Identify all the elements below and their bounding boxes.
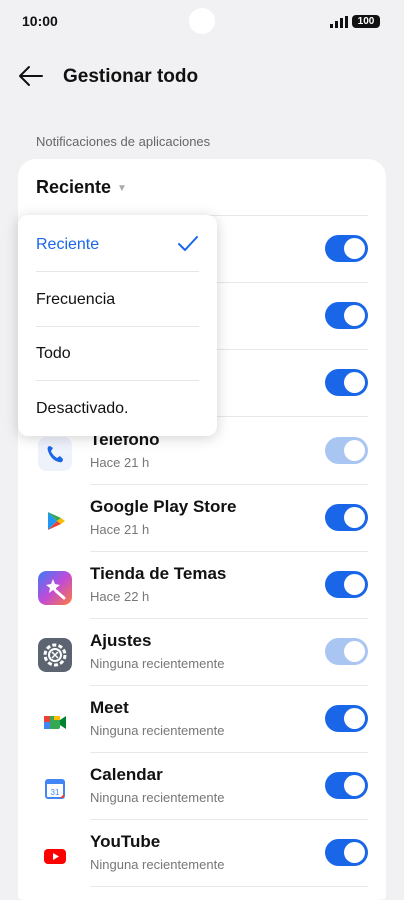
app-subtitle: Ninguna recientemente bbox=[90, 790, 225, 805]
app-subtitle: Hace 22 h bbox=[90, 589, 150, 604]
app-subtitle: Ninguna recientemente bbox=[90, 656, 225, 671]
sort-dropdown-menu: Reciente Frecuencia Todo Desactivado. bbox=[18, 215, 217, 436]
app-subtitle: Ninguna recientemente bbox=[90, 723, 225, 738]
app-subtitle: Hace 21 h bbox=[90, 455, 150, 470]
app-name: Tienda de Temas bbox=[90, 564, 227, 583]
dropdown-option-label: Frecuencia bbox=[36, 291, 116, 308]
app-header: Gestionar todo bbox=[0, 58, 404, 94]
camera-cutout bbox=[189, 8, 215, 34]
dropdown-option-todo[interactable]: Todo bbox=[18, 326, 217, 381]
dropdown-option-desactivado[interactable]: Desactivado. bbox=[18, 381, 217, 436]
app-name: Calendar bbox=[90, 765, 163, 784]
themes-store-icon bbox=[38, 571, 72, 605]
app-row-ajustes[interactable]: Ajustes Ninguna recientemente bbox=[18, 619, 386, 686]
youtube-icon bbox=[38, 839, 72, 873]
settings-gear-icon bbox=[38, 638, 72, 672]
app-name: Ajustes bbox=[90, 631, 152, 650]
phone-screen: 10:00 100 Gestionar todo Notificaciones … bbox=[0, 0, 404, 900]
dropdown-option-frecuencia[interactable]: Frecuencia bbox=[18, 272, 217, 327]
app-name: Google Play Store bbox=[90, 497, 237, 516]
app-row-google-play-store[interactable]: Google Play Store Hace 21 h bbox=[18, 485, 386, 552]
notification-toggle[interactable] bbox=[325, 369, 368, 396]
notification-toggle[interactable] bbox=[325, 571, 368, 598]
caret-down-icon: ▼ bbox=[117, 182, 127, 194]
section-label: Notificaciones de aplicaciones bbox=[36, 134, 211, 149]
dropdown-option-label: Todo bbox=[36, 345, 71, 362]
sort-filter-button[interactable]: Reciente ▼ bbox=[36, 177, 127, 198]
notification-toggle[interactable] bbox=[325, 705, 368, 732]
dropdown-option-label: Desactivado. bbox=[36, 400, 129, 417]
app-row-meet[interactable]: Meet Ninguna recientemente bbox=[18, 686, 386, 753]
google-play-icon bbox=[38, 504, 72, 538]
notification-toggle[interactable] bbox=[325, 772, 368, 799]
status-bar: 10:00 100 bbox=[0, 0, 404, 44]
checkmark-icon bbox=[178, 236, 198, 251]
notification-toggle[interactable] bbox=[325, 437, 368, 464]
sort-filter-label: Reciente bbox=[36, 177, 112, 197]
app-subtitle: Ninguna recientemente bbox=[90, 857, 225, 872]
dropdown-option-reciente[interactable]: Reciente bbox=[18, 217, 217, 272]
notification-toggle[interactable] bbox=[325, 638, 368, 665]
dropdown-option-label: Reciente bbox=[36, 236, 100, 253]
meet-icon bbox=[38, 705, 72, 739]
divider bbox=[90, 886, 368, 887]
notification-toggle[interactable] bbox=[325, 504, 368, 531]
app-name: Meet bbox=[90, 698, 129, 717]
battery-icon: 100 bbox=[352, 15, 380, 28]
calendar-icon: 31 bbox=[38, 772, 72, 806]
signal-icon bbox=[330, 16, 348, 28]
app-row-calendar[interactable]: 31 Calendar Ninguna recientemente bbox=[18, 753, 386, 820]
app-name: YouTube bbox=[90, 832, 161, 851]
app-row-youtube[interactable]: YouTube Ninguna recientemente bbox=[18, 820, 386, 887]
page-title: Gestionar todo bbox=[63, 66, 199, 87]
svg-text:31: 31 bbox=[51, 788, 60, 797]
phone-icon bbox=[38, 437, 72, 471]
app-subtitle: Hace 21 h bbox=[90, 522, 150, 537]
notification-toggle[interactable] bbox=[325, 839, 368, 866]
notification-toggle[interactable] bbox=[325, 302, 368, 329]
notification-toggle[interactable] bbox=[325, 235, 368, 262]
app-row-tienda-de-temas[interactable]: Tienda de Temas Hace 22 h bbox=[18, 552, 386, 619]
arrow-left-icon[interactable] bbox=[18, 64, 44, 88]
status-time: 10:00 bbox=[22, 13, 58, 29]
